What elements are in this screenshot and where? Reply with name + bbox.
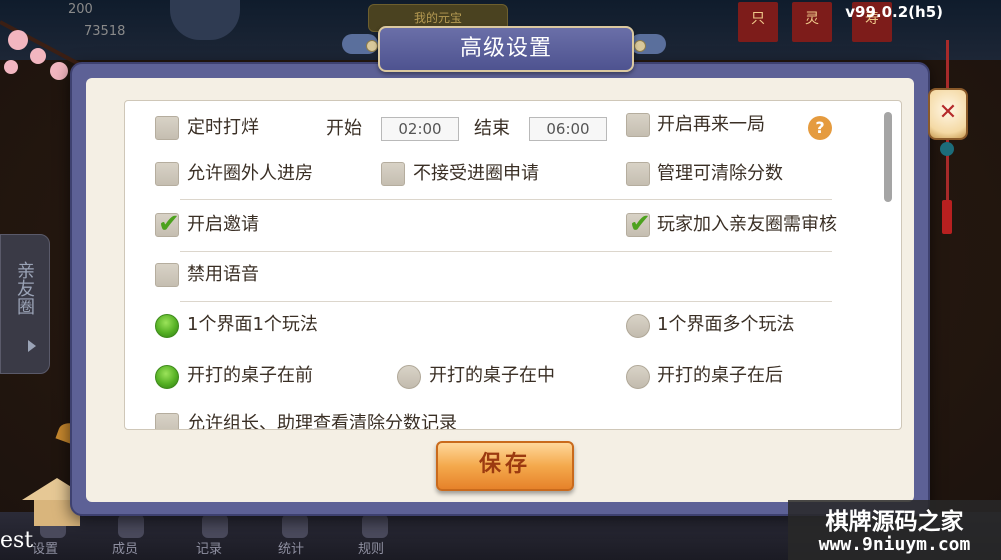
tables-front-label: 开打的桌子在前 bbox=[187, 365, 313, 386]
nav-settings[interactable]: 设置 bbox=[32, 538, 58, 557]
tables-back-radio[interactable] bbox=[626, 365, 650, 389]
blossom-decoration bbox=[30, 48, 46, 64]
one-screen-multi-mode-label: 1个界面多个玩法 bbox=[657, 314, 795, 335]
allow-outsiders-checkbox[interactable] bbox=[155, 162, 179, 186]
timed-close-label: 定时打烊 bbox=[187, 117, 259, 138]
close-button[interactable]: ✕ bbox=[928, 88, 968, 140]
nav-rules[interactable]: 规则 bbox=[358, 538, 384, 557]
watermark-url: www.9niuym.com bbox=[818, 534, 971, 555]
dialog-title: 高级设置 bbox=[459, 36, 552, 61]
rematch-checkbox[interactable] bbox=[626, 113, 650, 137]
one-screen-multi-mode-radio[interactable] bbox=[626, 314, 650, 338]
side-tab-label: 亲友圈 bbox=[14, 261, 35, 315]
close-x-icon: ✕ bbox=[938, 100, 958, 125]
enable-invite-label: 开启邀请 bbox=[187, 214, 259, 235]
members-icon bbox=[118, 514, 144, 538]
tables-back-label: 开打的桌子在后 bbox=[657, 365, 783, 386]
disable-voice-checkbox[interactable] bbox=[155, 263, 179, 287]
side-tab-friend-circle[interactable]: 亲友圈 bbox=[0, 234, 50, 374]
tables-middle-label: 开打的桌子在中 bbox=[429, 365, 555, 386]
blossom-decoration bbox=[50, 62, 68, 80]
scrollbar-thumb[interactable] bbox=[884, 112, 892, 202]
save-button[interactable]: 保存 bbox=[436, 441, 574, 491]
start-time-input[interactable]: 02:00 bbox=[381, 117, 459, 141]
banner-1[interactable]: 只 bbox=[738, 2, 778, 42]
manager-clear-score-checkbox[interactable] bbox=[626, 162, 650, 186]
manager-clear-score-label: 管理可清除分数 bbox=[657, 163, 783, 184]
disable-voice-label: 禁用语音 bbox=[187, 264, 259, 285]
rules-icon bbox=[362, 514, 388, 538]
records-icon bbox=[202, 514, 228, 538]
enable-invite-checkbox[interactable]: ✔ bbox=[155, 209, 180, 239]
score-top: 200 bbox=[68, 2, 93, 17]
title-bead-decoration bbox=[634, 40, 646, 52]
end-time-label: 结束 bbox=[474, 118, 510, 139]
tassel-decoration bbox=[942, 200, 952, 234]
rematch-label: 开启再来一局 bbox=[657, 114, 765, 135]
nav-stats[interactable]: 统计 bbox=[278, 538, 304, 557]
watermark: 棋牌源码之家 www.9niuym.com bbox=[788, 500, 1001, 560]
side-tab-arrow-icon bbox=[28, 340, 36, 352]
reject-join-requests-checkbox[interactable] bbox=[381, 162, 405, 186]
divider bbox=[180, 301, 832, 302]
stats-icon bbox=[282, 514, 308, 538]
version-label: v99.0.2(h5) bbox=[845, 3, 943, 21]
allow-outsiders-label: 允许圈外人进房 bbox=[187, 163, 313, 184]
divider bbox=[180, 199, 832, 200]
nav-records[interactable]: 记录 bbox=[196, 538, 222, 557]
one-screen-one-mode-radio[interactable] bbox=[155, 314, 179, 338]
one-screen-one-mode-label: 1个界面1个玩法 bbox=[187, 314, 318, 335]
divider bbox=[180, 251, 832, 252]
checkmark-icon: ✔ bbox=[158, 209, 180, 239]
checkmark-icon: ✔ bbox=[629, 209, 651, 239]
end-time-input[interactable]: 06:00 bbox=[529, 117, 607, 141]
tables-front-radio[interactable] bbox=[155, 365, 179, 389]
clipped-row: 允许组长、助理查看清除分数记录 bbox=[124, 405, 902, 429]
start-time-label: 开始 bbox=[326, 118, 362, 139]
timed-close-checkbox[interactable] bbox=[155, 116, 179, 140]
nav-members[interactable]: 成员 bbox=[112, 538, 138, 557]
join-needs-review-label: 玩家加入亲友圈需审核 bbox=[657, 214, 837, 235]
join-needs-review-checkbox[interactable]: ✔ bbox=[626, 209, 651, 239]
tables-middle-radio[interactable] bbox=[397, 365, 421, 389]
banner-2[interactable]: 灵 bbox=[792, 2, 832, 42]
allow-leader-view-label: 允许组长、助理查看清除分数记录 bbox=[187, 413, 457, 429]
allow-leader-view-checkbox[interactable] bbox=[155, 413, 179, 429]
dialog-title-plaque: 高级设置 bbox=[378, 26, 634, 72]
help-icon[interactable]: ? bbox=[808, 116, 832, 140]
corner-text: est bbox=[0, 528, 34, 553]
watermark-title: 棋牌源码之家 bbox=[825, 509, 964, 535]
reject-join-requests-label: 不接受进圈申请 bbox=[413, 163, 539, 184]
blossom-decoration bbox=[8, 30, 28, 50]
blossom-decoration bbox=[4, 60, 18, 74]
title-bead-decoration bbox=[366, 40, 378, 52]
bead-decoration bbox=[940, 142, 954, 156]
score-bottom: 73518 bbox=[84, 24, 126, 39]
